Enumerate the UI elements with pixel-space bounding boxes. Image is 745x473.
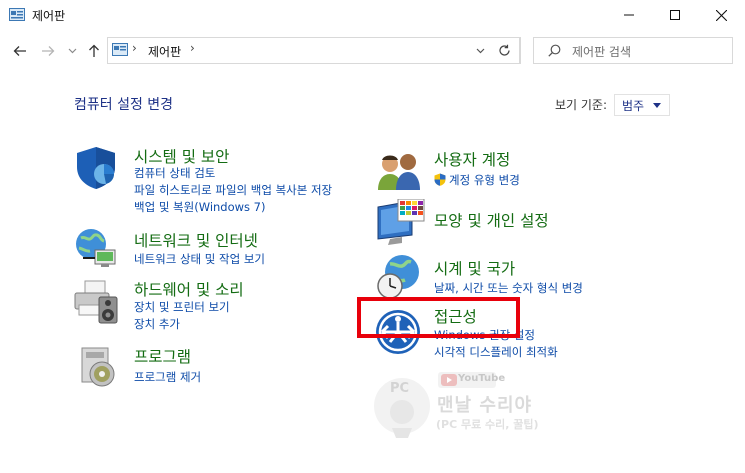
maximize-icon — [670, 10, 680, 20]
refresh-button[interactable] — [489, 37, 521, 64]
category-clock-region[interactable]: 시계 및 국가 — [434, 257, 515, 279]
youtube-play-icon — [441, 374, 457, 386]
clock-globe-icon[interactable] — [376, 254, 422, 300]
close-icon — [715, 9, 727, 21]
breadcrumb-separator[interactable]: › — [132, 41, 137, 55]
minimize-icon — [624, 14, 634, 16]
category-network-internet[interactable]: 네트워크 및 인터넷 — [134, 229, 258, 251]
appearance-monitor-icon[interactable] — [376, 199, 426, 247]
view-by-value[interactable]: 범주 — [622, 97, 644, 114]
page-title: 컴퓨터 설정 변경 — [74, 97, 174, 113]
window-title: 제어판 — [32, 9, 66, 23]
category-user-accounts[interactable]: 사용자 계정 — [434, 148, 510, 170]
chevron-down-icon — [476, 48, 484, 53]
printer-speaker-icon[interactable] — [73, 279, 119, 325]
watermark-title: 맨날 수리야 — [437, 395, 533, 416]
highlight-box — [357, 297, 520, 338]
arrow-up-icon — [89, 44, 99, 57]
search-box[interactable]: 제어판 검색 — [533, 37, 733, 64]
link-add-device[interactable]: 장치 추가 — [134, 316, 180, 332]
breadcrumb-control-panel[interactable]: 제어판 — [148, 43, 181, 60]
view-by-dropdown[interactable]: 범주 — [614, 94, 670, 116]
link-network-status-tasks[interactable]: 네트워크 상태 및 작업 보기 — [134, 251, 265, 267]
recent-locations-button[interactable] — [62, 41, 82, 61]
network-globe-icon[interactable] — [73, 224, 119, 270]
breadcrumb-separator[interactable]: › — [190, 41, 195, 55]
control-panel-small-icon — [112, 43, 128, 56]
user-accounts-icon[interactable] — [376, 152, 422, 192]
watermark-subtitle: (PC 무료 수리, 꿀팁) — [436, 418, 539, 431]
minimize-button[interactable] — [606, 0, 652, 30]
category-appearance-personalization[interactable]: 모양 및 개인 설정 — [434, 209, 549, 231]
link-change-account-type-label[interactable]: 계정 유형 변경 — [449, 173, 520, 187]
arrow-left-icon — [13, 46, 26, 56]
view-by-label: 보기 기준: — [555, 98, 608, 112]
search-placeholder[interactable]: 제어판 검색 — [572, 43, 631, 60]
address-bar[interactable]: › 제어판 › — [107, 37, 520, 64]
up-button[interactable] — [84, 41, 104, 61]
watermark-logo: PC — [374, 378, 430, 438]
refresh-icon — [499, 44, 510, 56]
arrow-right-icon — [42, 46, 55, 56]
link-file-history-backup[interactable]: 파일 히스토리로 파일의 백업 복사본 저장 — [134, 182, 332, 198]
uac-shield-icon — [434, 173, 446, 186]
programs-disc-icon[interactable] — [78, 346, 118, 388]
link-backup-restore[interactable]: 백업 및 복원(Windows 7) — [134, 199, 266, 215]
dropdown-caret-icon — [653, 103, 661, 108]
system-security-shield-icon[interactable] — [73, 145, 119, 191]
watermark: PC YouTube 맨날 수리야 (PC 무료 수리, 꿀팁) — [372, 368, 542, 468]
watermark-youtube-text: YouTube — [458, 373, 506, 384]
address-history-button[interactable] — [470, 37, 490, 64]
chevron-down-icon — [68, 48, 76, 54]
link-change-account-type[interactable]: 계정 유형 변경 — [434, 172, 520, 188]
category-hardware-sound[interactable]: 하드웨어 및 소리 — [134, 278, 244, 300]
link-change-date-time-format[interactable]: 날짜, 시간 또는 숫자 형식 변경 — [434, 280, 583, 296]
category-programs[interactable]: 프로그램 — [134, 345, 191, 367]
forward-button[interactable] — [38, 41, 58, 61]
link-uninstall-program[interactable]: 프로그램 제거 — [134, 369, 201, 385]
link-devices-printers[interactable]: 장치 및 프린터 보기 — [134, 299, 230, 315]
maximize-button[interactable] — [652, 0, 698, 30]
title-bar: 제어판 — [0, 0, 745, 30]
search-icon — [548, 44, 561, 57]
watermark-logo-text: PC — [390, 381, 409, 396]
close-button[interactable] — [698, 0, 744, 30]
link-review-computer-status[interactable]: 컴퓨터 상태 검토 — [134, 165, 215, 181]
link-optimize-visual-display[interactable]: 시각적 디스플레이 최적화 — [434, 344, 558, 360]
control-panel-app-icon — [9, 8, 25, 21]
back-button[interactable] — [10, 41, 30, 61]
category-system-security[interactable]: 시스템 및 보안 — [134, 145, 229, 167]
